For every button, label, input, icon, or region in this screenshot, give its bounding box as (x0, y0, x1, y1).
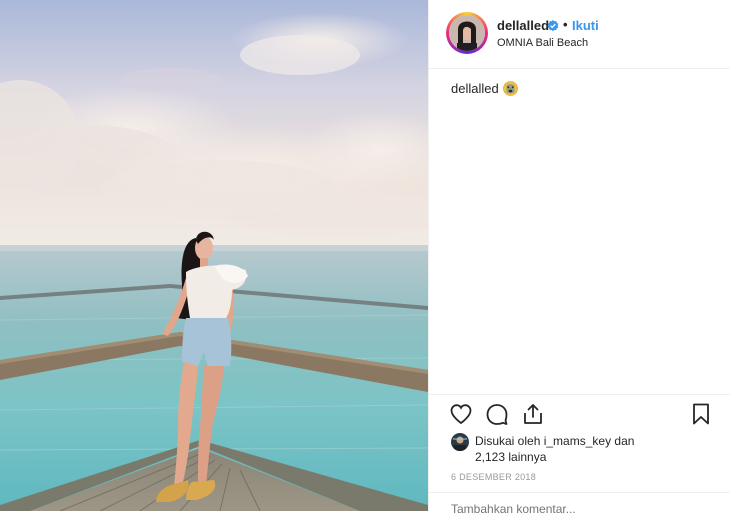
caption: dellalled (451, 81, 518, 99)
divider (429, 394, 730, 395)
action-bar (447, 402, 713, 428)
location-link[interactable]: OMNIA Bali Beach (497, 37, 588, 49)
comment-input[interactable] (451, 502, 701, 516)
divider (429, 68, 730, 69)
post-photo[interactable] (0, 0, 428, 511)
beach-photo-illustration (0, 0, 428, 511)
liked-by-prefix: Disukai oleh (475, 434, 541, 448)
liker-username-link[interactable]: i_mams_key (544, 434, 611, 448)
verified-badge-icon (547, 19, 559, 32)
username-link[interactable]: dellalled (497, 18, 549, 33)
likes-summary: Disukai oleh i_mams_key dan 2,123 lainny… (475, 433, 715, 465)
share-icon[interactable] (521, 402, 547, 428)
emoji-face-icon (502, 81, 518, 99)
post-header: dellalled • Ikuti OMNIA Bali Beach (429, 0, 730, 68)
follow-button[interactable]: Ikuti (572, 18, 599, 33)
liked-by-suffix: dan (614, 434, 635, 448)
heart-icon[interactable] (449, 402, 475, 428)
avatar-photo (449, 15, 485, 51)
divider (429, 492, 730, 493)
avatar[interactable] (449, 15, 485, 51)
post-details-panel: dellalled • Ikuti OMNIA Bali Beach della… (428, 0, 730, 516)
caption-username[interactable]: dellalled (451, 81, 499, 96)
post-date[interactable]: 6 DESEMBER 2018 (451, 472, 536, 482)
story-ring[interactable] (446, 12, 488, 54)
liker-avatar[interactable] (451, 433, 469, 451)
others-count-link[interactable]: 2,123 lainnya (475, 450, 546, 464)
comment-bubble-icon[interactable] (485, 402, 511, 428)
separator-dot: • (563, 17, 568, 32)
bookmark-icon[interactable] (689, 402, 715, 428)
